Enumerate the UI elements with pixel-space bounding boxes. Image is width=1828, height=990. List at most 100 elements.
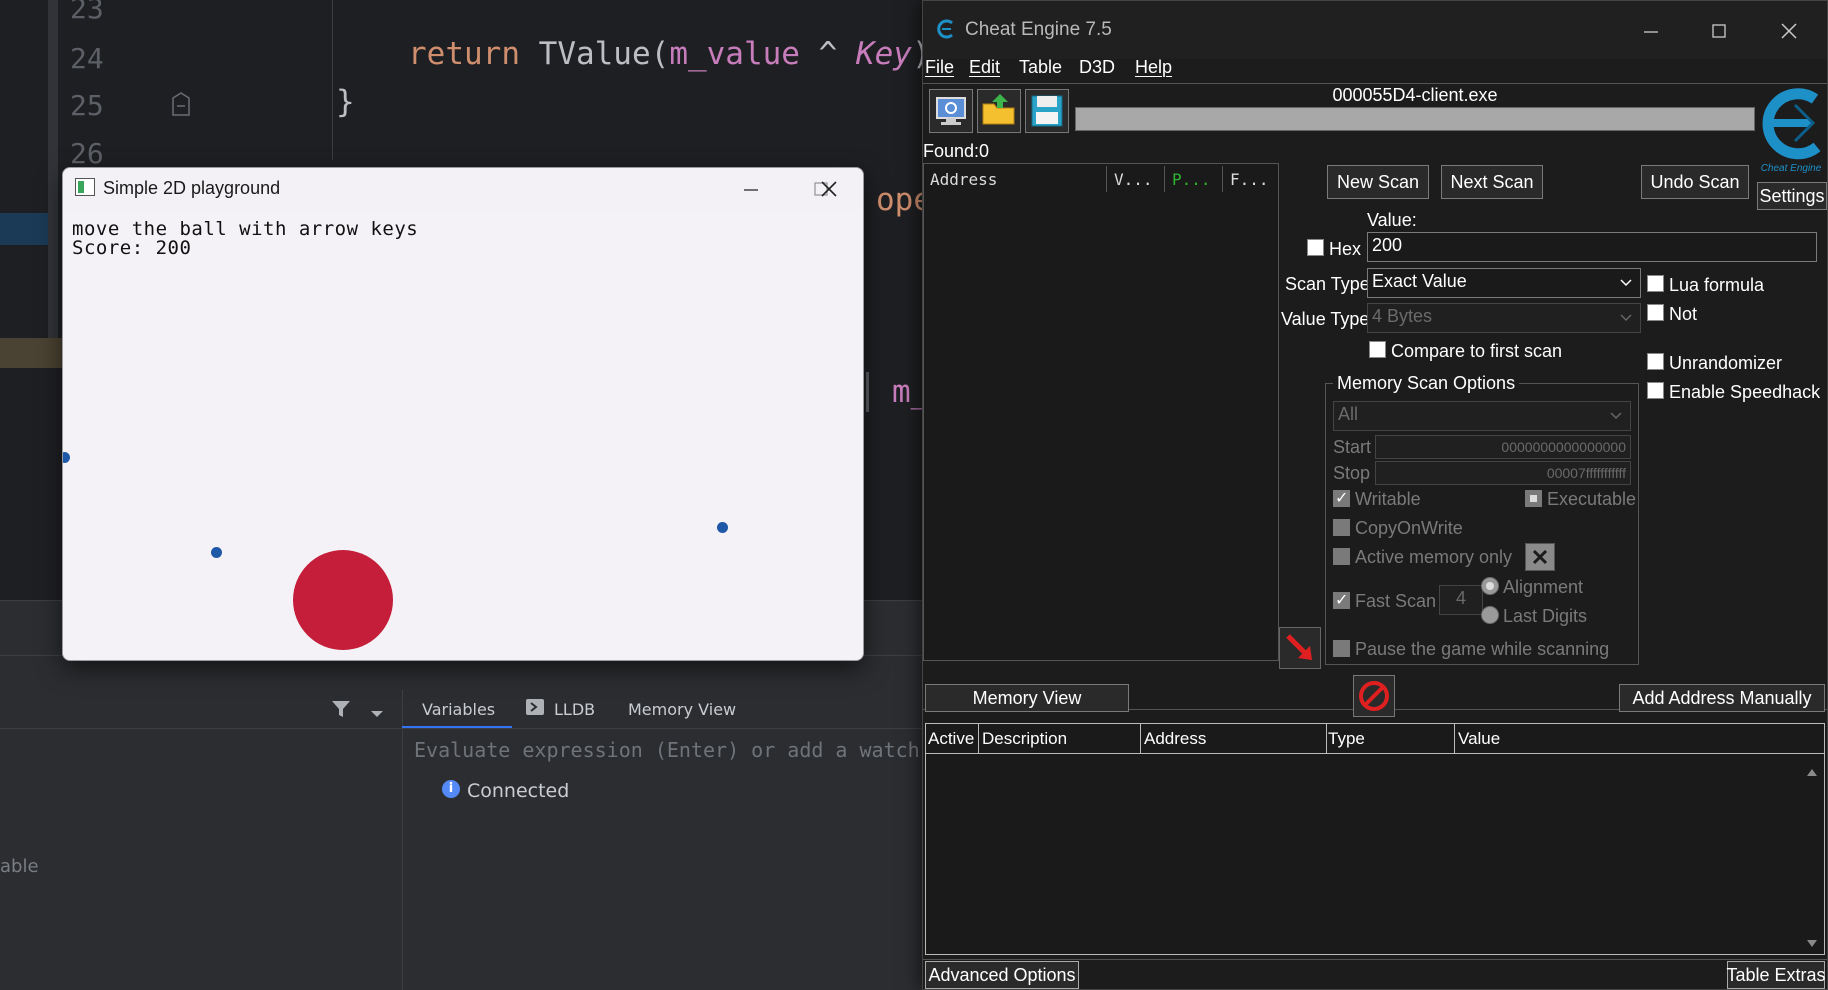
menu-edit[interactable]: Edit bbox=[969, 57, 1000, 78]
fast-scan-checkbox[interactable] bbox=[1333, 590, 1350, 609]
process-name: 000055D4-client.exe bbox=[1332, 85, 1498, 105]
column-type[interactable]: Type bbox=[1328, 729, 1365, 749]
next-scan-button[interactable]: Next Scan bbox=[1441, 165, 1543, 199]
address-table[interactable]: Active Description Address Type Value bbox=[925, 723, 1825, 955]
active-memory-checkbox[interactable] bbox=[1333, 548, 1350, 565]
close-icon[interactable] bbox=[1525, 543, 1555, 571]
line-number: 25 bbox=[70, 89, 104, 122]
column-description[interactable]: Description bbox=[982, 729, 1067, 749]
minimize-button[interactable] bbox=[721, 172, 781, 206]
menu-table[interactable]: Table bbox=[1019, 57, 1062, 78]
minimize-button[interactable] bbox=[1621, 11, 1681, 51]
value-type-select[interactable]: 4 Bytes bbox=[1367, 303, 1641, 333]
evaluate-expression-input[interactable]: Evaluate expression (Enter) or add a wat… bbox=[402, 730, 932, 770]
indent-guide bbox=[332, 0, 333, 160]
new-scan-button[interactable]: New Scan bbox=[1327, 165, 1429, 199]
speedhack-checkbox[interactable] bbox=[1647, 382, 1664, 399]
filter-icon[interactable] bbox=[330, 698, 352, 720]
game-canvas[interactable]: move the ball with arrow keys Score: 200 bbox=[63, 210, 863, 660]
code-line-25: } bbox=[336, 84, 355, 120]
line-highlight bbox=[0, 213, 48, 245]
settings-button[interactable]: Settings bbox=[1757, 182, 1827, 210]
not-label: Not bbox=[1669, 304, 1698, 324]
found-list[interactable]: Address V... P... F... bbox=[923, 163, 1279, 661]
divider bbox=[923, 83, 1827, 84]
caret-bar bbox=[866, 372, 869, 412]
add-to-list-arrow-button[interactable] bbox=[1279, 627, 1321, 669]
start-address-input[interactable]: 0000000000000000 bbox=[1375, 435, 1631, 459]
tab-lldb[interactable]: LLDB bbox=[554, 700, 595, 719]
column-active[interactable]: Active bbox=[928, 729, 974, 749]
stop-address-input[interactable]: 00007fffffffffff bbox=[1375, 461, 1631, 485]
fold-icon[interactable] bbox=[172, 92, 190, 116]
open-file-button[interactable] bbox=[977, 89, 1021, 133]
hex-checkbox[interactable] bbox=[1307, 239, 1324, 256]
template-param: Key bbox=[855, 36, 912, 72]
stop-label: Stop bbox=[1333, 463, 1371, 483]
unrandomizer-checkbox[interactable] bbox=[1647, 353, 1664, 370]
app-icon bbox=[75, 178, 95, 196]
scan-type-select[interactable]: Exact Value bbox=[1367, 268, 1641, 298]
cheat-engine-icon bbox=[937, 19, 957, 39]
undo-scan-button[interactable]: Undo Scan bbox=[1641, 165, 1749, 199]
speedhack-label: Enable Speedhack bbox=[1669, 382, 1821, 402]
pause-game-checkbox[interactable] bbox=[1333, 640, 1350, 657]
start-label: Start bbox=[1333, 437, 1372, 457]
column-value[interactable]: V... bbox=[1114, 170, 1153, 189]
close-button[interactable] bbox=[1759, 11, 1819, 51]
terminal-icon bbox=[526, 699, 544, 715]
fast-scan-label: Fast Scan bbox=[1355, 591, 1437, 611]
chevron-down-icon[interactable] bbox=[370, 704, 384, 717]
value-type-value: 4 Bytes bbox=[1372, 306, 1433, 326]
lua-formula-label: Lua formula bbox=[1669, 275, 1765, 295]
lua-formula-checkbox[interactable] bbox=[1647, 275, 1664, 292]
last-digits-radio[interactable] bbox=[1481, 606, 1499, 624]
column-first[interactable]: F... bbox=[1230, 170, 1269, 189]
writable-checkbox[interactable] bbox=[1333, 488, 1350, 507]
menu-file[interactable]: File bbox=[925, 57, 954, 78]
writable-label: Writable bbox=[1355, 489, 1421, 509]
column-previous[interactable]: P... bbox=[1172, 170, 1211, 189]
save-button[interactable] bbox=[1025, 89, 1069, 133]
function: TValue( bbox=[538, 36, 670, 72]
dot bbox=[211, 547, 222, 558]
clear-list-button[interactable] bbox=[1353, 675, 1395, 717]
column-address[interactable]: Address bbox=[930, 170, 997, 189]
column-value[interactable]: Value bbox=[1458, 729, 1500, 749]
memory-region-value: All bbox=[1338, 404, 1359, 424]
column-address[interactable]: Address bbox=[1144, 729, 1206, 749]
titlebar[interactable]: Simple 2D playground bbox=[63, 168, 863, 210]
add-address-manually-button[interactable]: Add Address Manually bbox=[1619, 684, 1825, 712]
hex-label: Hex bbox=[1329, 239, 1362, 259]
advanced-options-button[interactable]: Advanced Options bbox=[925, 961, 1079, 989]
game-window[interactable]: Simple 2D playground move the ball with … bbox=[62, 167, 864, 661]
scroll-up-icon[interactable] bbox=[1806, 762, 1818, 776]
titlebar[interactable]: Cheat Engine 7.5 bbox=[923, 1, 1827, 59]
scroll-down-icon[interactable] bbox=[1806, 934, 1818, 947]
line-number: 26 bbox=[70, 137, 104, 170]
fast-scan-value-input[interactable]: 4 bbox=[1439, 585, 1483, 615]
tab-memory-view[interactable]: Memory View bbox=[628, 700, 736, 719]
value-input[interactable]: 200 bbox=[1367, 232, 1817, 262]
open-process-button[interactable] bbox=[929, 89, 973, 133]
alignment-radio[interactable] bbox=[1481, 577, 1499, 595]
menu-d3d[interactable]: D3D bbox=[1079, 57, 1115, 78]
memory-view-button[interactable]: Memory View bbox=[925, 684, 1129, 712]
compare-first-checkbox[interactable] bbox=[1369, 341, 1386, 358]
menu-help[interactable]: Help bbox=[1135, 57, 1172, 78]
table-extras-button[interactable]: Table Extras bbox=[1726, 961, 1826, 989]
memory-region-select[interactable]: All bbox=[1333, 401, 1631, 431]
maximize-button[interactable] bbox=[1689, 11, 1749, 51]
copy-on-write-label: CopyOnWrite bbox=[1355, 518, 1463, 538]
not-checkbox[interactable] bbox=[1647, 304, 1664, 321]
divider bbox=[1140, 724, 1141, 754]
tab-variables[interactable]: Variables bbox=[422, 700, 495, 719]
cheat-engine-logo[interactable]: Cheat Engine bbox=[1755, 85, 1827, 177]
dot bbox=[63, 452, 70, 463]
executable-checkbox[interactable] bbox=[1525, 490, 1542, 507]
cheat-engine-window[interactable]: Cheat Engine 7.5 File Edit Table D3D Hel… bbox=[922, 0, 1828, 990]
close-button[interactable] bbox=[799, 172, 859, 206]
memory-scan-options-title: Memory Scan Options bbox=[1333, 373, 1520, 394]
line-highlight-warning bbox=[0, 338, 62, 368]
copy-on-write-checkbox[interactable] bbox=[1333, 519, 1350, 536]
